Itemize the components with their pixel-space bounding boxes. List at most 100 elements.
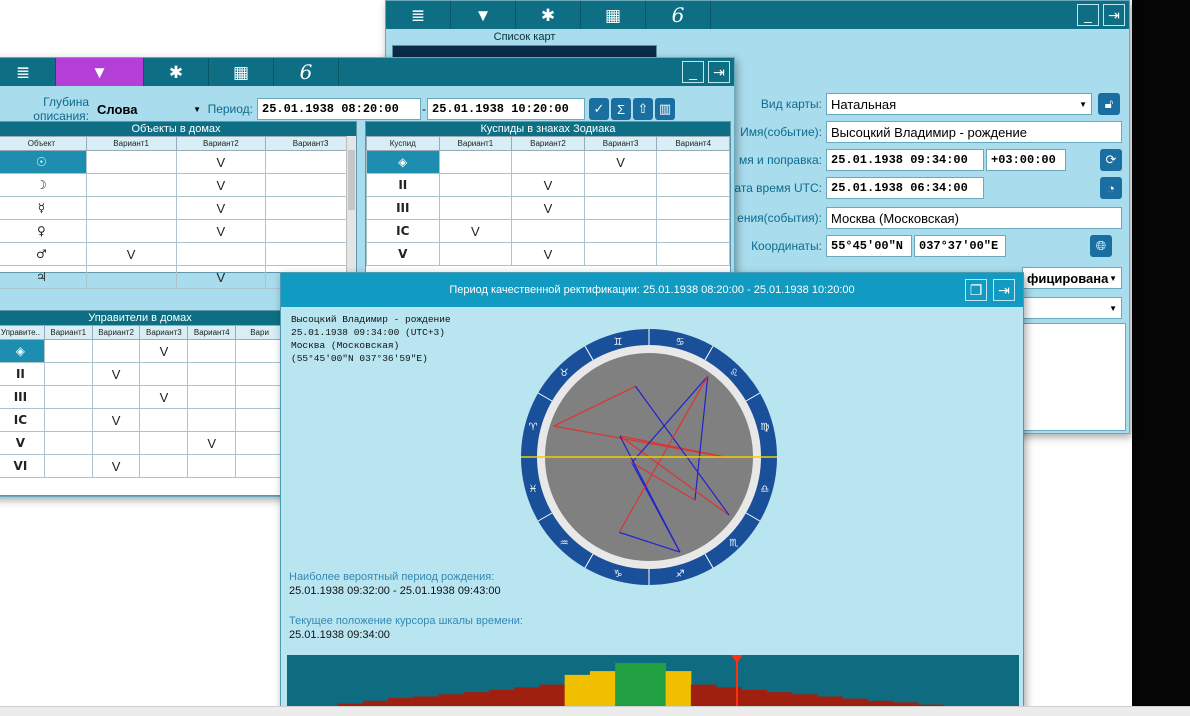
cell[interactable]	[265, 150, 356, 174]
cell[interactable]: V	[139, 385, 189, 409]
column-header[interactable]: Вариант4	[187, 325, 237, 340]
table-row[interactable]: II V	[366, 173, 730, 197]
time-cursor-handle[interactable]	[731, 655, 743, 663]
cell[interactable]	[91, 339, 141, 363]
offset-field[interactable]: +03:00:00	[986, 149, 1066, 171]
copy-button[interactable]: ❐	[965, 279, 987, 301]
script-button[interactable]: 6	[646, 1, 711, 29]
calculator-button[interactable]: ▦	[209, 58, 274, 86]
cell[interactable]	[43, 385, 93, 409]
notes-area[interactable]	[1022, 323, 1126, 431]
cell[interactable]	[235, 385, 284, 409]
depth-select[interactable]: Слова ▼	[93, 98, 205, 120]
exit-button[interactable]: ⇥	[1103, 4, 1125, 26]
sum-button[interactable]: Σ	[611, 98, 631, 120]
column-header[interactable]: Управите..	[0, 325, 45, 340]
cell[interactable]	[43, 362, 93, 386]
ruler-cell[interactable]: II	[0, 362, 45, 386]
table-row[interactable]: VV	[0, 431, 284, 455]
cell[interactable]	[85, 150, 177, 174]
status-select[interactable]: фицирована ▼	[1022, 267, 1122, 289]
table-row[interactable]: II V	[0, 362, 284, 386]
globe-button[interactable]: 🌐︎	[1090, 235, 1112, 257]
extra-select[interactable]: ▼	[1022, 297, 1122, 319]
table-row[interactable]: ◈ V	[0, 339, 284, 363]
ruler-cell[interactable]: IC	[0, 408, 45, 432]
cell[interactable]	[235, 339, 284, 363]
dropdown-button[interactable]: ▼	[451, 1, 516, 29]
ruler-cell[interactable]: VI	[0, 454, 45, 478]
refresh-button[interactable]: ⟳	[1100, 149, 1122, 171]
cell[interactable]	[139, 431, 189, 455]
cell[interactable]	[43, 339, 93, 363]
period-from-field[interactable]: 25.01.1938 08:20:00	[257, 98, 421, 120]
cell[interactable]	[91, 431, 141, 455]
settings-button[interactable]: ✱	[144, 58, 209, 86]
minimize-button[interactable]: _	[682, 61, 704, 83]
cell[interactable]	[511, 219, 585, 243]
cell[interactable]	[656, 150, 730, 174]
table-row[interactable]: ☿ V	[0, 196, 356, 220]
column-header[interactable]: Вариант2	[91, 325, 141, 340]
ruler-cell[interactable]: V	[0, 431, 45, 455]
exit-button[interactable]: ⇥	[993, 279, 1015, 301]
cell[interactable]: V	[175, 150, 267, 174]
cell[interactable]	[235, 454, 284, 478]
planet-cell[interactable]: ♃	[0, 265, 87, 289]
cell[interactable]	[265, 196, 356, 220]
table-row[interactable]: VI V	[0, 454, 284, 478]
settings-button[interactable]: ✱	[516, 1, 581, 29]
chart-type-select[interactable]: Натальная ▼	[826, 93, 1092, 115]
cell[interactable]	[235, 408, 284, 432]
cell[interactable]	[438, 196, 513, 220]
planet-cell[interactable]: ♂	[0, 242, 87, 266]
objects-scrollbar[interactable]	[346, 136, 356, 272]
exit-button[interactable]: ⇥	[708, 61, 730, 83]
cell[interactable]	[139, 454, 189, 478]
cell[interactable]	[85, 265, 177, 289]
cell[interactable]	[43, 431, 93, 455]
script-button[interactable]: 6	[274, 58, 339, 86]
cell[interactable]	[235, 362, 284, 386]
column-header[interactable]: Вариант2	[175, 136, 267, 151]
planet-cell[interactable]: ☿	[0, 196, 87, 220]
cell[interactable]	[265, 173, 356, 197]
lock-button[interactable]: 🔓︎	[1098, 93, 1120, 115]
cell[interactable]	[511, 150, 585, 174]
planet-cell[interactable]: ☉	[0, 150, 87, 174]
cell[interactable]	[656, 242, 730, 266]
table-row[interactable]: ♂ V	[0, 242, 356, 266]
column-header[interactable]: Объект	[0, 136, 87, 151]
cell[interactable]: V	[139, 339, 189, 363]
column-header[interactable]: Вариант3	[139, 325, 189, 340]
cell[interactable]	[85, 196, 177, 220]
table-row[interactable]: VV	[366, 242, 730, 266]
cell[interactable]	[187, 362, 237, 386]
table-row[interactable]: IC V	[0, 408, 284, 432]
time-field[interactable]: 25.01.1938 09:34:00	[826, 149, 984, 171]
latitude-field[interactable]: 55°45'00"N	[826, 235, 912, 257]
minimize-button[interactable]: _	[1077, 4, 1099, 26]
table-row[interactable]: III V	[366, 196, 730, 220]
cell[interactable]	[583, 196, 658, 220]
column-header[interactable]: Вариант4	[656, 136, 730, 151]
cell[interactable]: V	[175, 196, 267, 220]
cell[interactable]	[583, 242, 658, 266]
cell[interactable]	[235, 431, 284, 455]
cell[interactable]	[187, 339, 237, 363]
cell[interactable]: V	[91, 408, 141, 432]
export-button[interactable]: ⇧	[633, 98, 653, 120]
dropdown-button[interactable]: ▼	[56, 58, 144, 86]
cusp-cell[interactable]: IC	[366, 219, 440, 243]
column-header[interactable]: Вариант2	[511, 136, 585, 151]
cell[interactable]: V	[511, 242, 585, 266]
cell[interactable]	[187, 454, 237, 478]
period-to-field[interactable]: 25.01.1938 10:20:00	[427, 98, 585, 120]
cell[interactable]	[187, 385, 237, 409]
column-header[interactable]: Вариант1	[438, 136, 513, 151]
column-header[interactable]: Вариант3	[583, 136, 658, 151]
scroll-thumb[interactable]	[348, 150, 355, 210]
chart-button[interactable]: ▥	[655, 98, 675, 120]
cusp-cell[interactable]: III	[366, 196, 440, 220]
cell[interactable]	[656, 173, 730, 197]
